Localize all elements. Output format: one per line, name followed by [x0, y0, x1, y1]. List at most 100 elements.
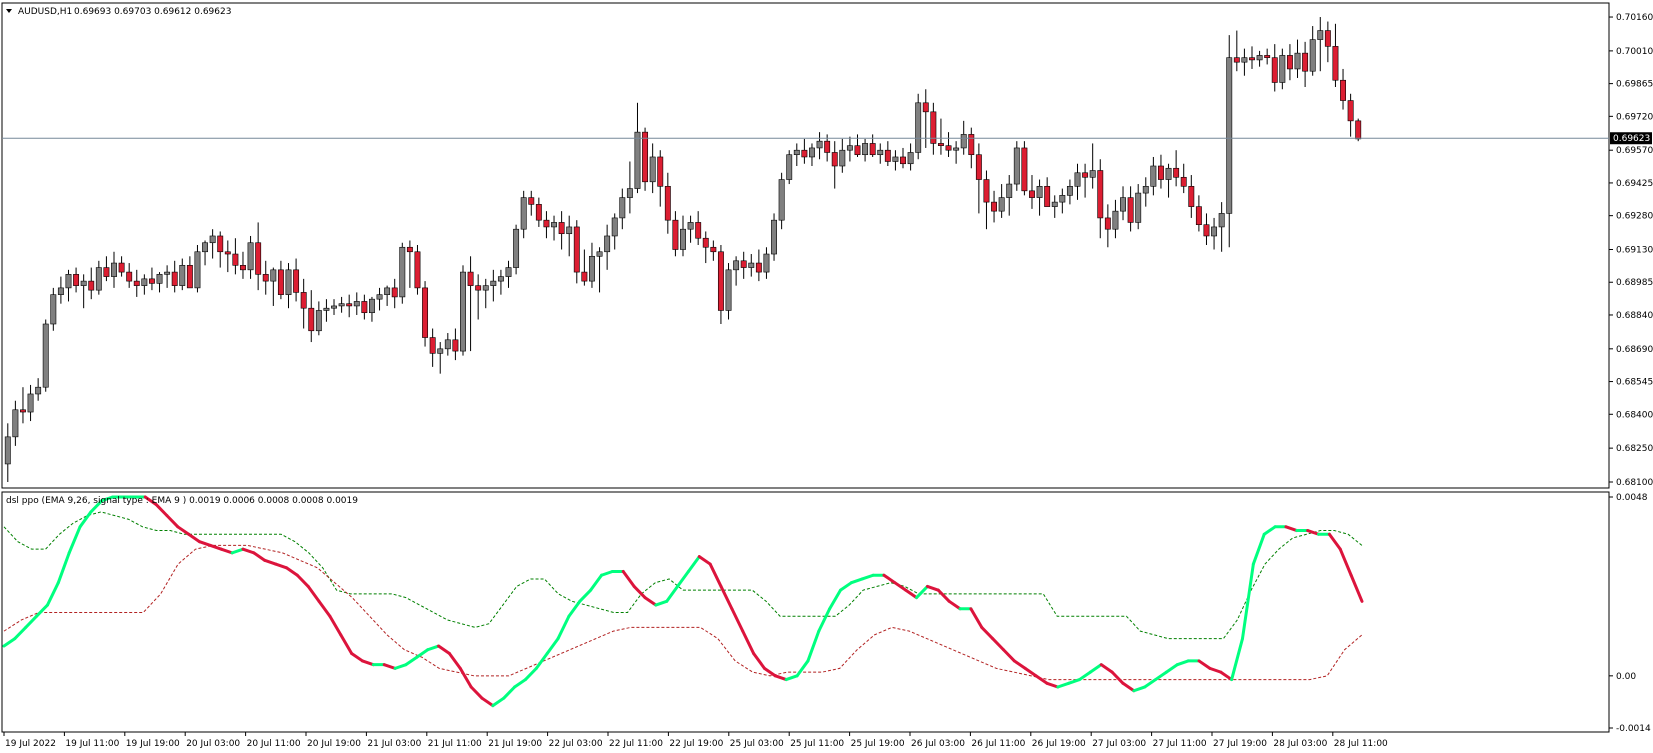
candle-body [626, 188, 633, 198]
trading-chart[interactable]: 0.70160 0.70010 0.69865 0.69720 0.69570 0.694… [0, 0, 1653, 753]
indicator-label: dsl ppo (EMA 9,26, signal type : EMA 9 )… [6, 496, 358, 506]
candle-body [1112, 210, 1119, 230]
candle-body [1135, 192, 1142, 223]
candle-body [1051, 201, 1058, 207]
candle-body [384, 287, 391, 295]
candle-body [1271, 57, 1278, 83]
price-axis-label: 0.70160 [1616, 13, 1653, 23]
time-axis-label: 21 Jul 11:00 [428, 739, 482, 749]
price-axis: 0.70160 0.70010 0.69865 0.69720 0.69570 0.694… [1609, 13, 1653, 488]
candle-body [1249, 57, 1255, 61]
candle-body [528, 197, 535, 205]
time-axis-label: 25 Jul 11:00 [790, 739, 844, 749]
candle-body [831, 152, 838, 167]
candle-body [346, 303, 353, 307]
candle-body [141, 278, 148, 286]
candle-body [353, 301, 360, 307]
candle-body [1256, 55, 1263, 61]
candle-body [270, 269, 277, 282]
candle-body [604, 235, 611, 253]
candle-body [1173, 167, 1180, 178]
candle-body [1165, 167, 1172, 180]
indicator-axis-label: 0.00 [1616, 672, 1636, 682]
candle-body [497, 276, 504, 282]
candle-body [1195, 206, 1202, 225]
candle-body [88, 280, 95, 291]
candle-body [391, 287, 398, 298]
candle-body [27, 393, 34, 413]
candle-body [95, 267, 102, 291]
price-axis-label: 0.68840 [1616, 311, 1653, 321]
candle-body [968, 134, 975, 156]
candle-body [1158, 165, 1164, 180]
price-axis-label: 0.68250 [1616, 444, 1653, 454]
indicator-axis-label: -0.0014 [1616, 724, 1651, 734]
candle [786, 150, 793, 185]
candle-body [505, 267, 512, 277]
candle-body [80, 280, 87, 286]
candle-body [695, 222, 702, 239]
candle-body [1142, 186, 1149, 194]
candle-body [672, 219, 679, 250]
current-price-tag-text: 0.69623 [1613, 134, 1650, 144]
candle-body [763, 253, 770, 273]
candle-body [179, 265, 186, 286]
candle-body [1013, 147, 1020, 185]
candle-body [148, 278, 155, 284]
candle [915, 93, 922, 160]
candle-body [1059, 195, 1066, 203]
candle-body [202, 242, 209, 253]
candle-body [1211, 226, 1218, 237]
candle-body [111, 262, 117, 277]
current-price-tag: 0.69623 [1610, 132, 1652, 145]
indicator-pane-frame[interactable] [1, 491, 1610, 733]
candle-body [566, 226, 573, 235]
candle-body [126, 271, 133, 282]
candle-body [1029, 190, 1035, 198]
main-pane-frame[interactable] [1, 2, 1610, 489]
candle-body [687, 222, 694, 230]
candle-body [824, 140, 831, 153]
candle-body [983, 179, 990, 203]
time-axis-label: 19 Jul 11:00 [65, 739, 119, 749]
candle-body [581, 271, 588, 282]
candle-body [680, 228, 686, 250]
time-axis-label: 20 Jul 03:00 [186, 739, 240, 749]
candle-body [437, 348, 444, 354]
candle-body [619, 197, 626, 219]
price-axis-label: 0.68400 [1616, 410, 1653, 420]
candle-body [839, 149, 846, 167]
candle-body [103, 267, 110, 277]
candle-body [702, 237, 709, 248]
candle-body [323, 307, 330, 311]
candle-body [300, 292, 307, 309]
time-axis-label: 22 Jul 19:00 [669, 739, 723, 749]
time-axis-label: 28 Jul 03:00 [1273, 739, 1327, 749]
price-axis-label: 0.69570 [1616, 146, 1653, 156]
candle-body [490, 280, 497, 286]
candle-body [854, 145, 861, 156]
candle-body [755, 262, 762, 273]
candle [513, 224, 520, 275]
candle-body [422, 287, 429, 338]
candle-body [20, 409, 26, 413]
candle-body [778, 179, 785, 221]
candle-body [975, 154, 982, 180]
candle-body [186, 265, 193, 289]
candle-body [1203, 224, 1210, 237]
indicator-axis-label: 0.0048 [1616, 493, 1648, 503]
candle [194, 245, 201, 293]
candle-body [710, 246, 717, 253]
candle-body [809, 147, 815, 158]
candle-body [1241, 57, 1248, 63]
candle-body [846, 145, 853, 151]
candle-body [520, 197, 527, 230]
candle-body [240, 265, 246, 271]
candle-body [1104, 217, 1111, 230]
indicator-axis: 0.0048 0.00 -0.0014 [1609, 493, 1651, 734]
candle [771, 213, 777, 261]
candle-body [285, 269, 292, 295]
candle-body [998, 197, 1005, 212]
candle-body [133, 280, 140, 286]
candle-body [4, 436, 11, 465]
